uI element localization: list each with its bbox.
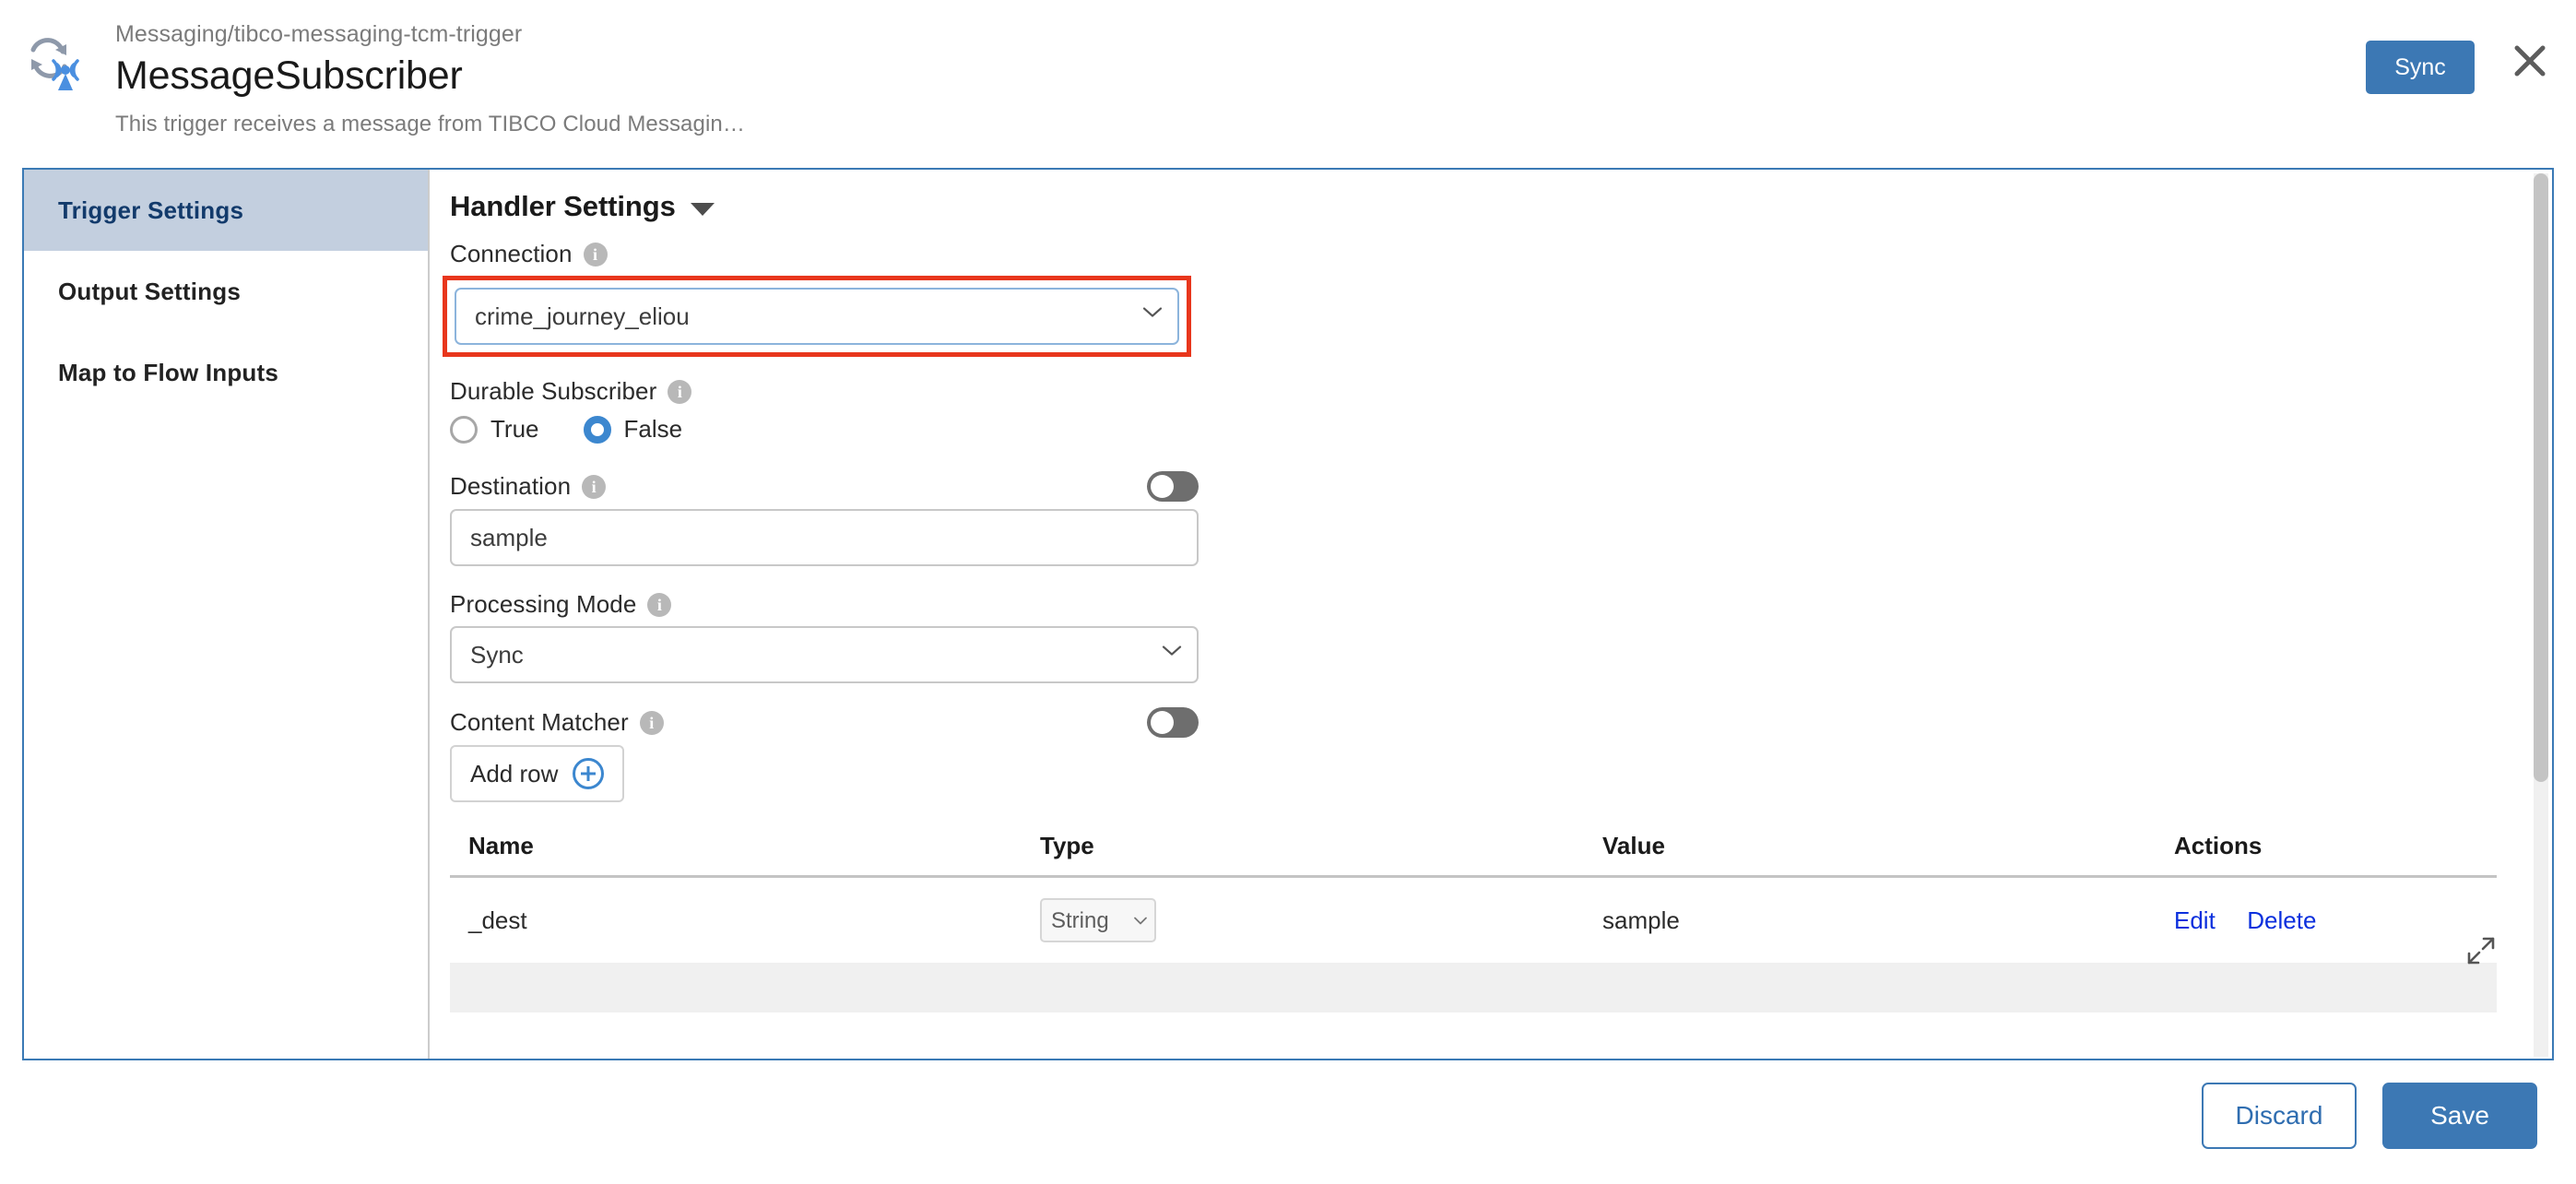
info-icon[interactable]: i xyxy=(639,710,664,735)
radio-circle xyxy=(450,415,478,444)
toggle-knob xyxy=(1151,475,1174,498)
sidebar-item-trigger-settings[interactable]: Trigger Settings xyxy=(24,170,428,251)
close-icon[interactable] xyxy=(2510,41,2550,81)
discard-button[interactable]: Discard xyxy=(2202,1083,2357,1149)
content-matcher-label-row: Content Matcher i xyxy=(450,707,1199,738)
info-icon[interactable]: i xyxy=(668,379,692,404)
processing-mode-label: Processing Mode xyxy=(450,590,637,618)
breadcrumb: Messaging/tibco-messaging-tcm-trigger xyxy=(115,21,523,47)
chevron-down-icon[interactable] xyxy=(690,202,715,216)
toggle-knob xyxy=(1151,711,1174,734)
content-matcher-table: Name Type Value Actions _dest String sam… xyxy=(450,832,2497,963)
durable-subscriber-label-row: Durable Subscriber i xyxy=(450,377,2552,406)
section-title: Handler Settings xyxy=(450,190,676,222)
destination-toggle[interactable] xyxy=(1147,471,1199,502)
settings-content: Handler Settings Connection i crime_jour… xyxy=(430,170,2552,1059)
destination-input[interactable] xyxy=(450,509,1199,566)
expand-icon[interactable] xyxy=(2465,935,2497,966)
destination-label-row: Destination i xyxy=(450,471,1199,502)
header-text-block: Messaging/tibco-messaging-tcm-trigger Me… xyxy=(115,20,745,138)
settings-sidebar: Trigger Settings Output Settings Map to … xyxy=(24,170,430,1059)
durable-subscriber-label: Durable Subscriber xyxy=(450,377,657,405)
add-row-label: Add row xyxy=(470,759,559,787)
radio-option-true[interactable]: True xyxy=(450,415,539,444)
column-header-type: Type xyxy=(1040,832,1602,878)
sidebar-item-label: Trigger Settings xyxy=(58,195,244,224)
table-row: _dest String sample Edit Delete xyxy=(450,877,2497,964)
processing-mode-label-row: Processing Mode i xyxy=(450,590,2552,619)
radio-option-false[interactable]: False xyxy=(583,415,683,444)
info-icon[interactable]: i xyxy=(582,474,607,499)
durable-subscriber-radio-group: True False xyxy=(450,415,2552,444)
column-header-value: Value xyxy=(1602,832,2174,878)
sidebar-item-map-to-flow-inputs[interactable]: Map to Flow Inputs xyxy=(24,332,428,413)
cell-name: _dest xyxy=(468,906,527,934)
info-icon[interactable]: i xyxy=(647,592,672,617)
radio-label: True xyxy=(490,415,539,443)
table-header-row: Name Type Value Actions xyxy=(450,832,2497,878)
destination-label: Destination xyxy=(450,472,572,500)
vertical-scrollbar-thumb[interactable] xyxy=(2534,173,2548,782)
column-header-actions: Actions xyxy=(2174,832,2497,878)
info-icon[interactable]: i xyxy=(583,242,608,266)
radio-circle-selected xyxy=(583,415,611,444)
app-window: Messaging/tibco-messaging-tcm-trigger Me… xyxy=(0,0,2576,1184)
footer-bar: Discard Save xyxy=(0,1064,2576,1184)
cell-type: String xyxy=(1040,877,1602,964)
content-matcher-toggle[interactable] xyxy=(1147,707,1199,738)
handler-settings-header: Handler Settings xyxy=(450,190,2552,223)
page-description: This trigger receives a message from TIB… xyxy=(115,112,745,136)
plus-circle-icon xyxy=(573,758,605,789)
page-title: MessageSubscriber xyxy=(115,53,463,98)
cell-actions: Edit Delete xyxy=(2174,877,2497,964)
connection-label-row: Connection i xyxy=(450,240,2552,268)
edit-link[interactable]: Edit xyxy=(2174,906,2216,934)
column-header-name: Name xyxy=(450,832,1040,878)
cell-value: sample xyxy=(1602,906,1680,934)
settings-panel: Trigger Settings Output Settings Map to … xyxy=(22,168,2554,1060)
sidebar-item-output-settings[interactable]: Output Settings xyxy=(24,251,428,332)
add-row-button[interactable]: Add row xyxy=(450,745,625,802)
table-empty-row xyxy=(450,963,2497,1012)
sync-button[interactable]: Sync xyxy=(2366,41,2475,94)
page-header: Messaging/tibco-messaging-tcm-trigger Me… xyxy=(0,0,2576,166)
sidebar-item-label: Output Settings xyxy=(58,277,241,305)
refresh-broadcast-icon xyxy=(20,35,87,92)
radio-label: False xyxy=(623,415,683,443)
connection-label: Connection xyxy=(450,240,573,267)
delete-link[interactable]: Delete xyxy=(2247,906,2316,934)
row-type-select[interactable]: String xyxy=(1040,898,1156,942)
save-button[interactable]: Save xyxy=(2382,1083,2537,1149)
content-matcher-label: Content Matcher xyxy=(450,708,629,736)
processing-mode-select[interactable]: Sync xyxy=(450,626,1199,683)
sidebar-item-label: Map to Flow Inputs xyxy=(58,358,279,386)
connection-select[interactable]: crime_journey_eliou xyxy=(455,288,1179,345)
connection-highlight-box: crime_journey_eliou xyxy=(443,276,1191,357)
